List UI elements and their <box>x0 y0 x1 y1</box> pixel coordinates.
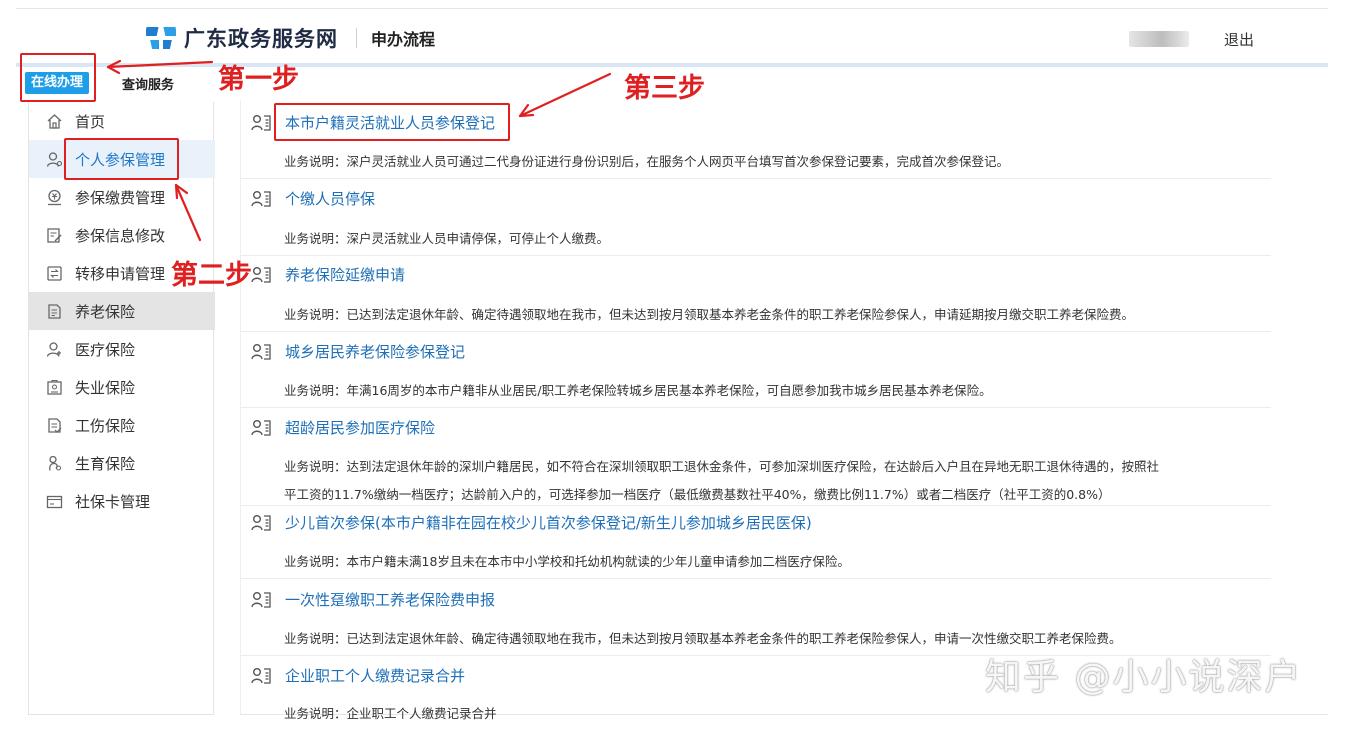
annotation-box-step3 <box>274 103 510 141</box>
sidebar-item-label: 工伤保险 <box>75 416 136 435</box>
card-icon <box>45 492 63 510</box>
transfer-icon <box>45 264 63 282</box>
sidebar-item-label: 养老保险 <box>75 302 136 321</box>
sidebar-item-unemployment[interactable]: 失业保险 <box>29 368 215 406</box>
service-person-doc-icon <box>251 419 271 436</box>
site-logo[interactable]: 广东政务服务网 申办流程 <box>146 23 435 53</box>
service-title-link[interactable]: 一次性趸缴职工养老保险费申报 <box>285 589 495 610</box>
injury-icon <box>45 416 63 434</box>
service-title-link[interactable]: 养老保险延缴申请 <box>285 264 405 285</box>
divider <box>241 407 1271 408</box>
service-item[interactable]: 一次性趸缴职工养老保险费申报 <box>251 589 495 610</box>
service-description: 业务说明：企业职工个人缴费记录合并 <box>284 706 497 721</box>
divider <box>241 178 1271 179</box>
maternity-icon <box>45 454 63 472</box>
person-icon <box>45 150 63 168</box>
service-title-link[interactable]: 个缴人员停保 <box>285 188 375 209</box>
service-description: 业务说明：已达到法定退休年龄、确定待遇领取地在我市，但未达到按月领取基本养老金条… <box>284 307 1135 322</box>
service-item[interactable]: 超龄居民参加医疗保险 <box>251 417 435 438</box>
service-title-link[interactable]: 企业职工个人缴费记录合并 <box>285 665 465 686</box>
service-description: 业务说明：深户灵活就业人员可通过二代身份证进行身份识别后，在服务个人网页平台填写… <box>284 154 1010 169</box>
divider <box>241 255 1271 256</box>
service-person-doc-icon <box>251 591 271 608</box>
sidebar-item-home[interactable]: 首页 <box>29 102 215 140</box>
service-item[interactable]: 企业职工个人缴费记录合并 <box>251 665 465 686</box>
annotation-box-step2 <box>64 138 179 180</box>
service-title-link[interactable]: 超龄居民参加医疗保险 <box>285 417 435 438</box>
logout-link[interactable]: 退出 <box>1224 29 1254 50</box>
sidebar-item-label: 生育保险 <box>75 454 136 473</box>
divider <box>241 331 1271 332</box>
sidebar: 首页 个人参保管理 参保缴费管理 参保信息修改 转移申请管理 养老保险 医疗保险… <box>28 102 215 715</box>
annotation-box-step1 <box>20 53 96 102</box>
service-description: 业务说明：已达到法定退休年龄、确定待遇领取地在我市，但未达到按月领取基本养老金条… <box>284 631 1122 646</box>
sidebar-item-payment-management[interactable]: 参保缴费管理 <box>29 178 215 216</box>
sidebar-item-label: 参保缴费管理 <box>75 188 166 207</box>
sidebar-item-label: 转移申请管理 <box>75 264 166 283</box>
divider <box>241 578 1271 579</box>
header-separator <box>356 28 357 48</box>
annotation-step2: 第二步 <box>171 260 252 291</box>
sidebar-item-pension[interactable]: 养老保险 <box>29 292 215 330</box>
annotation-step1: 第一步 <box>218 64 299 95</box>
user-name-blurred <box>1129 31 1189 47</box>
service-item[interactable]: 个缴人员停保 <box>251 188 375 209</box>
service-description: 业务说明：本市户籍未满18岁且未在本市中小学校和托幼机构就读的少年儿童申请参加二… <box>284 554 850 569</box>
service-title-link[interactable]: 城乡居民养老保险参保登记 <box>285 341 465 362</box>
sidebar-item-medical[interactable]: 医疗保险 <box>29 330 215 368</box>
service-person-doc-icon <box>251 266 271 283</box>
service-description-line2: 平工资的11.7%缴纳一档医疗；达龄前入户的，可选择参加一档医疗（最低缴费基数社… <box>284 487 1111 502</box>
sidebar-item-label: 医疗保险 <box>75 340 136 359</box>
payment-icon <box>45 188 63 206</box>
service-item[interactable]: 养老保险延缴申请 <box>251 264 405 285</box>
sidebar-item-info-edit[interactable]: 参保信息修改 <box>29 216 215 254</box>
logo-icon <box>146 25 176 51</box>
medical-icon <box>45 340 63 358</box>
document-icon <box>45 302 63 320</box>
edit-icon <box>45 226 63 244</box>
sidebar-item-injury[interactable]: 工伤保险 <box>29 406 215 444</box>
watermark: 知乎 @小小说深户 <box>985 657 1303 698</box>
service-person-doc-icon <box>251 190 271 207</box>
tab-query-service[interactable]: 查询服务 <box>122 74 174 93</box>
sidebar-item-label: 参保信息修改 <box>75 226 166 245</box>
service-description: 业务说明：达到法定退休年龄的深圳户籍居民，如不符合在深圳领取职工退休金条件，可参… <box>284 459 1160 474</box>
service-person-doc-icon <box>251 343 271 360</box>
service-description: 业务说明：深户灵活就业人员申请停保，可停止个人缴费。 <box>284 231 610 246</box>
sidebar-item-label: 失业保险 <box>75 378 136 397</box>
sidebar-item-label: 社保卡管理 <box>75 492 151 511</box>
service-item[interactable]: 少儿首次参保(本市户籍非在园在校少儿首次参保登记/新生儿参加城乡居民医保) <box>251 512 812 533</box>
sidebar-item-maternity[interactable]: 生育保险 <box>29 444 215 482</box>
service-person-doc-icon <box>251 514 271 531</box>
divider <box>241 505 1271 506</box>
unemployment-icon <box>45 378 63 396</box>
home-icon <box>45 112 63 130</box>
page-subtitle: 申办流程 <box>371 30 436 49</box>
service-person-doc-icon <box>251 667 271 684</box>
sidebar-item-social-card[interactable]: 社保卡管理 <box>29 482 215 520</box>
annotation-step3: 第三步 <box>624 73 705 104</box>
sidebar-item-label: 首页 <box>75 112 106 131</box>
site-name: 广东政务服务网 <box>184 27 338 51</box>
service-item[interactable]: 城乡居民养老保险参保登记 <box>251 341 465 362</box>
header: 广东政务服务网 申办流程 退出 <box>16 9 1328 63</box>
service-title-link[interactable]: 少儿首次参保(本市户籍非在园在校少儿首次参保登记/新生儿参加城乡居民医保) <box>285 512 812 533</box>
service-description: 业务说明：年满16周岁的本市户籍非从业居民/职工养老保险转城乡居民基本养老保险，… <box>284 383 992 398</box>
service-person-doc-icon <box>251 114 271 131</box>
service-list: 本市户籍灵活就业人员参保登记 业务说明：深户灵活就业人员可通过二代身份证进行身份… <box>240 100 1328 721</box>
